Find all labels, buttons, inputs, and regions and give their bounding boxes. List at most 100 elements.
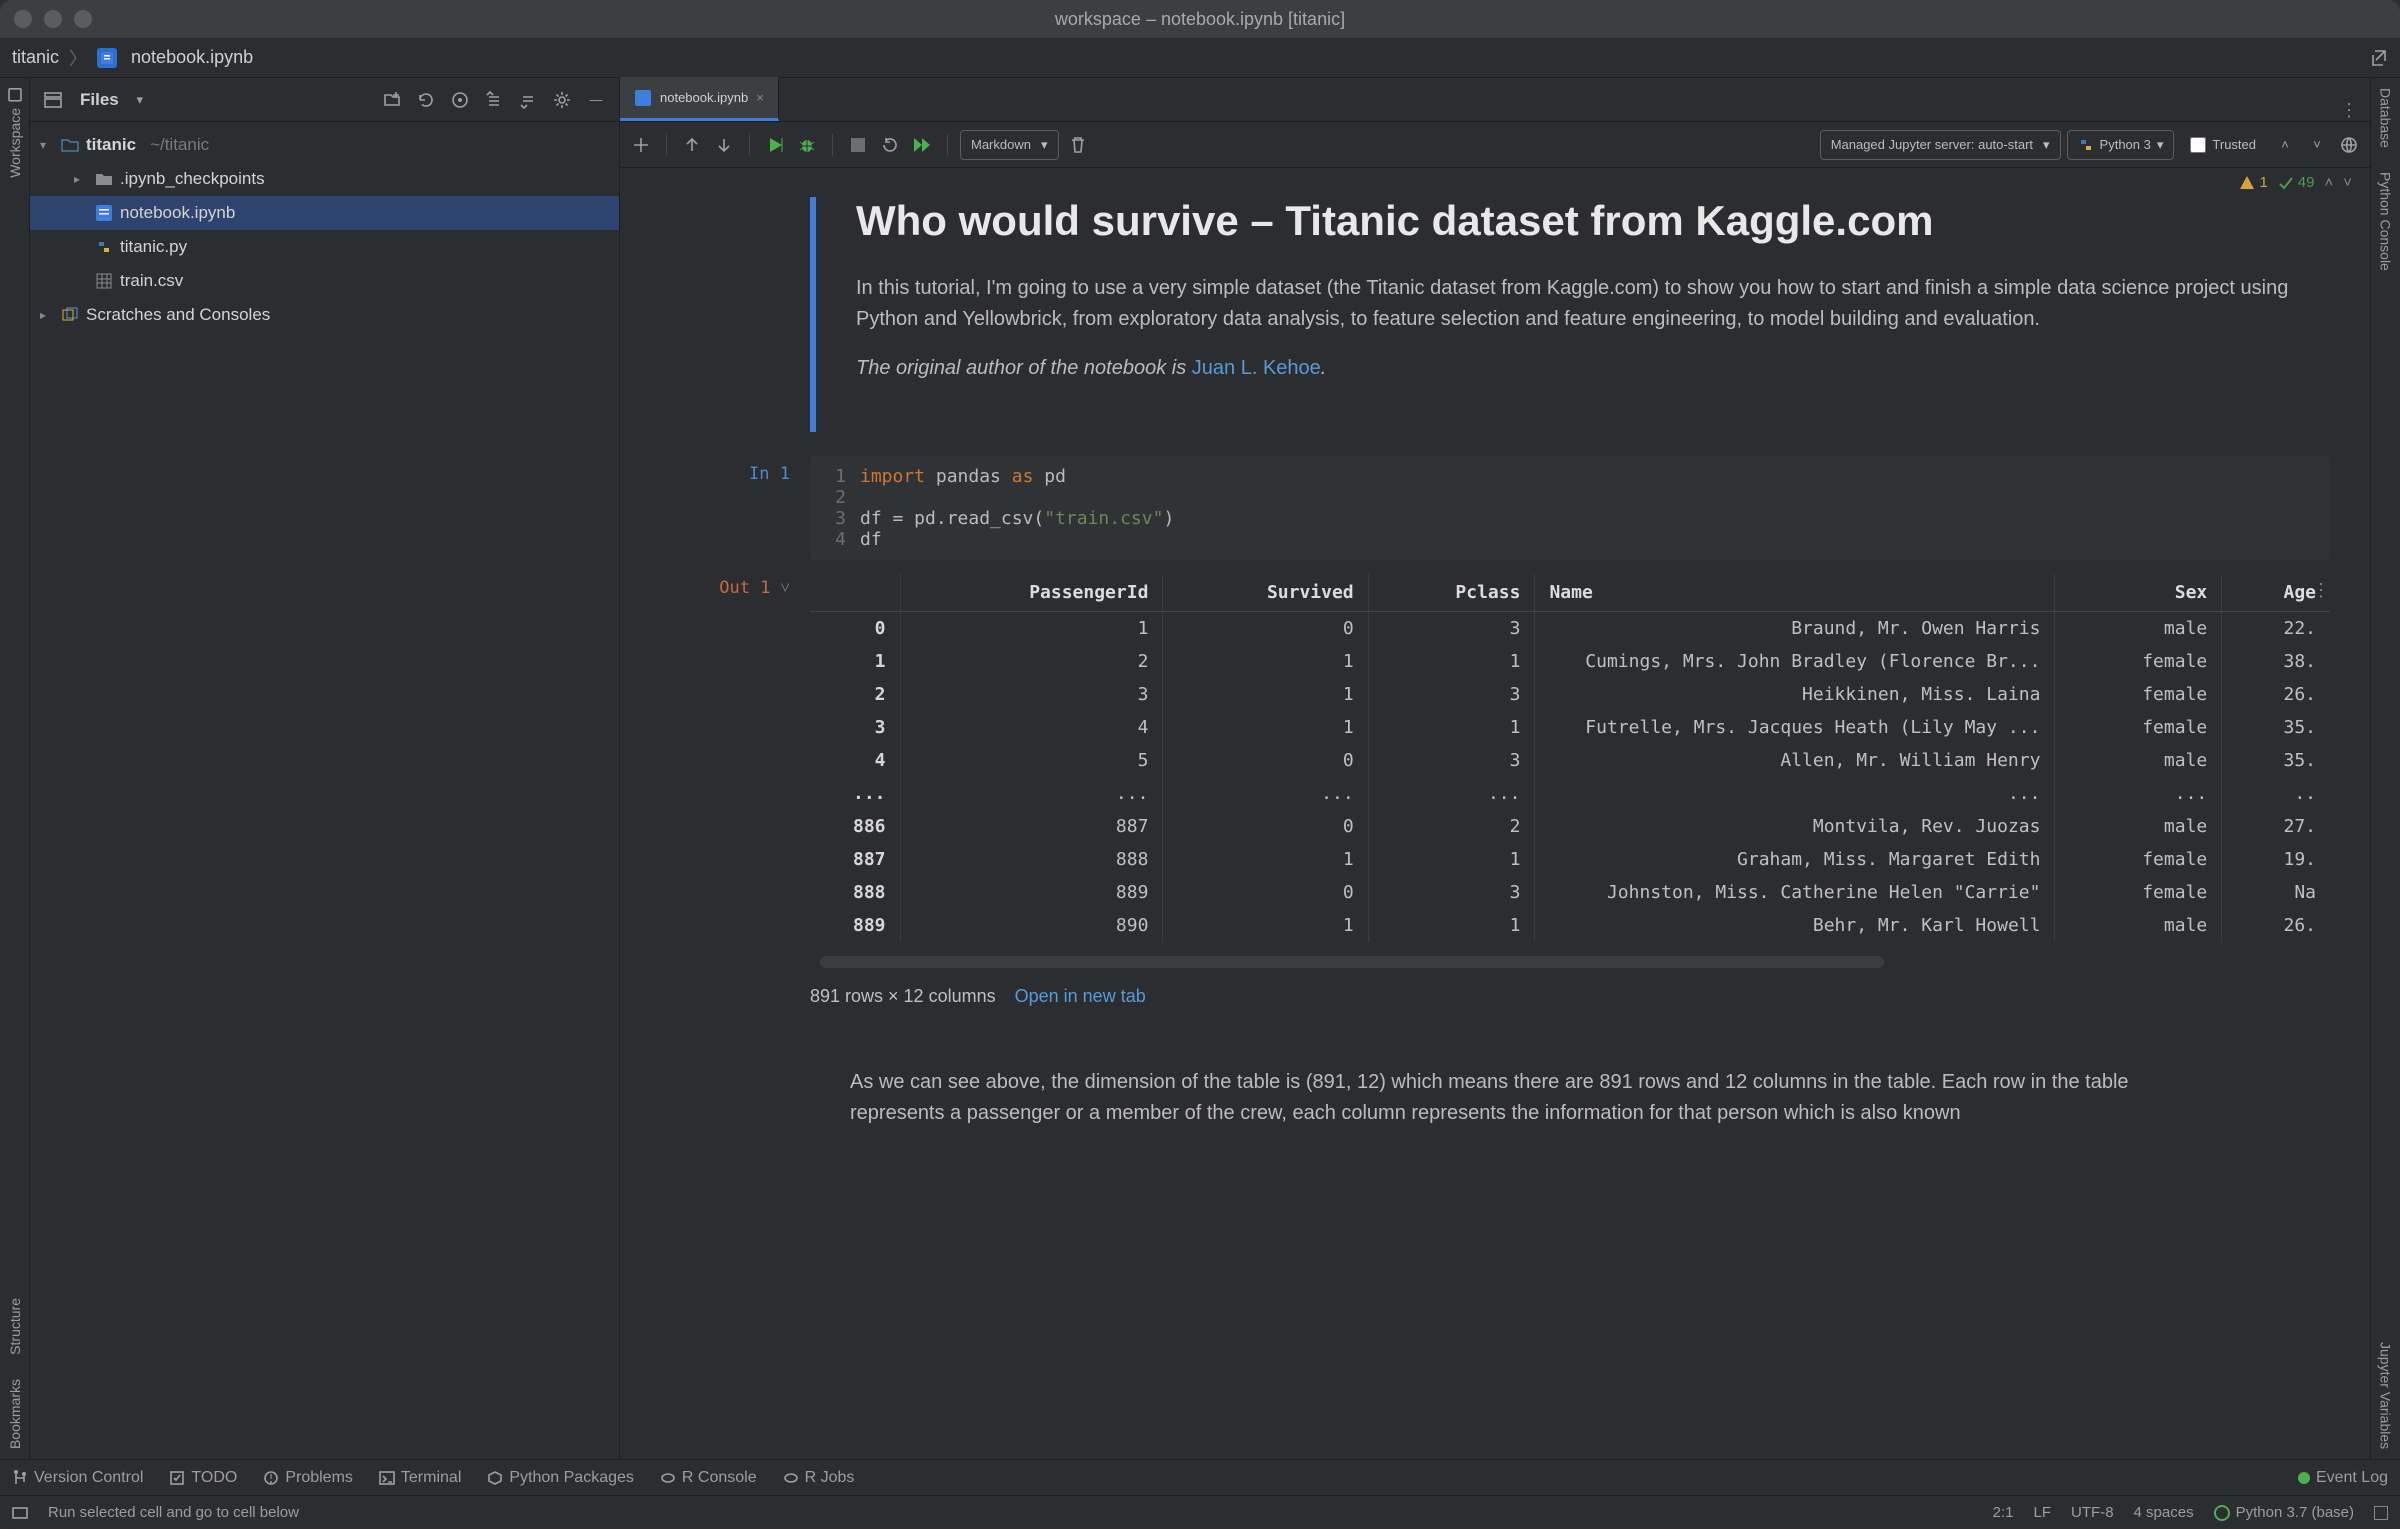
chevron-right-icon[interactable]: ▸ bbox=[74, 172, 88, 186]
terminal-tab[interactable]: Terminal bbox=[379, 1469, 461, 1487]
indent-setting[interactable]: 4 spaces bbox=[2134, 1504, 2194, 1521]
new-file-icon[interactable] bbox=[379, 87, 405, 113]
breadcrumb-file[interactable]: notebook.ipynb bbox=[131, 47, 253, 68]
version-control-tab[interactable]: Version Control bbox=[12, 1469, 143, 1487]
table-header[interactable]: Pclass bbox=[1368, 574, 1535, 612]
close-tab-icon[interactable]: × bbox=[756, 90, 764, 105]
python-packages-tab[interactable]: Python Packages bbox=[487, 1469, 634, 1487]
table-row[interactable]: 4503Allen, Mr. William Henrymale35. bbox=[810, 744, 2330, 777]
table-row[interactable]: 88888903Johnston, Miss. Catherine Helen … bbox=[810, 876, 2330, 909]
r-jobs-tab[interactable]: R Jobs bbox=[783, 1469, 855, 1487]
breadcrumb-project[interactable]: titanic bbox=[12, 47, 59, 68]
markdown-cell[interactable]: Who would survive – Titanic dataset from… bbox=[810, 197, 2330, 432]
interpreter[interactable]: Python 3.7 (base) bbox=[2214, 1504, 2354, 1521]
hide-panel-icon[interactable]: — bbox=[583, 87, 609, 113]
cell-type-selector[interactable]: Markdown ▾ bbox=[960, 130, 1059, 160]
event-dot-icon bbox=[2298, 1472, 2310, 1484]
code-cell[interactable]: In 1 1234 import pandas as pd df = pd.re… bbox=[620, 456, 2370, 560]
table-actions-icon[interactable]: ⋮ bbox=[2312, 580, 2330, 601]
trusted-checkbox[interactable]: Trusted bbox=[2180, 137, 2266, 153]
collapse-all-icon[interactable] bbox=[515, 87, 541, 113]
chevron-down-icon[interactable]: ▾ bbox=[40, 138, 54, 152]
table-row[interactable]: 2313Heikkinen, Miss. Lainafemale26. bbox=[810, 678, 2330, 711]
run-all-icon[interactable] bbox=[909, 132, 935, 158]
line-ending[interactable]: LF bbox=[2034, 1504, 2052, 1521]
select-opened-icon[interactable] bbox=[447, 87, 473, 113]
tree-file-titanic-py[interactable]: titanic.py bbox=[30, 230, 619, 264]
code-editor[interactable]: 1234 import pandas as pd df = pd.read_cs… bbox=[810, 456, 2330, 560]
file-encoding[interactable]: UTF-8 bbox=[2071, 1504, 2114, 1521]
structure-tool-tab[interactable]: Structure bbox=[7, 1298, 23, 1355]
tree-file-notebook[interactable]: notebook.ipynb bbox=[30, 196, 619, 230]
refresh-icon[interactable] bbox=[413, 87, 439, 113]
scroll-down-icon[interactable]: ˅ bbox=[2304, 132, 2330, 158]
author-link[interactable]: Juan L. Kehoe bbox=[1192, 357, 1321, 379]
table-header[interactable] bbox=[810, 574, 900, 612]
table-header[interactable]: Sex bbox=[2055, 574, 2222, 612]
view-chevron-down-icon[interactable]: ▾ bbox=[127, 87, 153, 113]
editor-tabs-menu-icon[interactable]: ⋮ bbox=[2328, 100, 2370, 121]
kernel-selector[interactable]: Python 3 ▾ bbox=[2067, 130, 2175, 160]
table-header[interactable]: Survived bbox=[1163, 574, 1368, 612]
settings-icon[interactable] bbox=[549, 87, 575, 113]
scratches-icon bbox=[60, 305, 80, 325]
next-highlight-icon[interactable]: ˅ bbox=[2343, 174, 2352, 191]
table-row[interactable]: 88989011Behr, Mr. Karl Howellmale26. bbox=[810, 909, 2330, 942]
caret-position[interactable]: 2:1 bbox=[1993, 1504, 2014, 1521]
python-console-tool-tab[interactable]: Python Console bbox=[2378, 172, 2394, 271]
table-row[interactable]: .................... bbox=[810, 777, 2330, 810]
horizontal-scrollbar[interactable] bbox=[820, 956, 1884, 968]
problems-tab[interactable]: Problems bbox=[263, 1469, 353, 1487]
ide-status-icon[interactable] bbox=[2374, 1506, 2388, 1520]
editor-tab-notebook[interactable]: notebook.ipynb × bbox=[620, 77, 779, 121]
r-console-tab[interactable]: R Console bbox=[660, 1469, 757, 1487]
open-in-new-tab-link[interactable]: Open in new tab bbox=[1015, 986, 1146, 1006]
move-cell-down-icon[interactable] bbox=[711, 132, 737, 158]
event-log-tab[interactable]: Event Log bbox=[2298, 1469, 2388, 1487]
tree-file-train-csv[interactable]: train.csv bbox=[30, 264, 619, 298]
notebook-body[interactable]: Who would survive – Titanic dataset from… bbox=[620, 197, 2370, 1459]
table-row[interactable]: 3411Futrelle, Mrs. Jacques Heath (Lily M… bbox=[810, 711, 2330, 744]
tree-root[interactable]: ▾ titanic ~/titanic bbox=[30, 128, 619, 162]
scroll-up-icon[interactable]: ˄ bbox=[2272, 132, 2298, 158]
jupyter-variables-tool-tab[interactable]: Jupyter Variables bbox=[2378, 1342, 2394, 1449]
open-externally-icon[interactable] bbox=[2368, 48, 2388, 68]
trusted-input[interactable] bbox=[2190, 137, 2206, 153]
dataframe-table[interactable]: PassengerIdSurvivedPclassNameSexAge0103B… bbox=[810, 574, 2330, 942]
notebook-icon bbox=[97, 48, 117, 68]
move-cell-up-icon[interactable] bbox=[679, 132, 705, 158]
table-row[interactable]: 88788811Graham, Miss. Margaret Edithfema… bbox=[810, 843, 2330, 876]
delete-cell-icon[interactable] bbox=[1065, 132, 1091, 158]
todo-tab[interactable]: TODO bbox=[169, 1469, 237, 1487]
workspace-tool-tab[interactable]: Workspace bbox=[7, 88, 23, 178]
expand-all-icon[interactable] bbox=[481, 87, 507, 113]
table-header[interactable]: Name bbox=[1535, 574, 2055, 612]
warnings-count[interactable]: 1 bbox=[2239, 174, 2267, 191]
database-tool-tab[interactable]: Database bbox=[2378, 88, 2394, 148]
debug-cell-icon[interactable] bbox=[794, 132, 820, 158]
bookmarks-tool-tab[interactable]: Bookmarks bbox=[7, 1379, 23, 1449]
project-view-icon[interactable] bbox=[40, 87, 66, 113]
restart-kernel-icon[interactable] bbox=[877, 132, 903, 158]
collapse-output-icon[interactable]: ˅ bbox=[780, 578, 790, 1007]
stop-icon[interactable] bbox=[845, 132, 871, 158]
markdown-cell-2[interactable]: As we can see above, the dimension of th… bbox=[810, 1067, 2180, 1129]
notebook-icon bbox=[634, 89, 652, 107]
weak-warnings-count[interactable]: 49 bbox=[2278, 174, 2315, 191]
dataframe-output[interactable]: ⋮ PassengerIdSurvivedPclassNameSexAge010… bbox=[810, 574, 2330, 1007]
tree-scratches[interactable]: ▸ Scratches and Consoles bbox=[30, 298, 619, 332]
add-cell-icon[interactable] bbox=[628, 132, 654, 158]
table-row[interactable]: 88688702Montvila, Rev. Juozasmale27. bbox=[810, 810, 2330, 843]
table-row[interactable]: 1211Cumings, Mrs. John Bradley (Florence… bbox=[810, 645, 2330, 678]
open-browser-icon[interactable] bbox=[2336, 132, 2362, 158]
tree-folder-checkpoints[interactable]: ▸ .ipynb_checkpoints bbox=[30, 162, 619, 196]
jupyter-server-selector[interactable]: Managed Jupyter server: auto-start ▾ bbox=[1820, 130, 2061, 160]
code-text[interactable]: import pandas as pd df = pd.read_csv("tr… bbox=[860, 466, 2320, 550]
chevron-right-icon[interactable]: ▸ bbox=[40, 308, 54, 322]
view-combo[interactable]: Files bbox=[80, 90, 119, 110]
table-row[interactable]: 0103Braund, Mr. Owen Harrismale22. bbox=[810, 612, 2330, 646]
table-header[interactable]: PassengerId bbox=[900, 574, 1163, 612]
run-cell-icon[interactable] bbox=[762, 132, 788, 158]
prev-highlight-icon[interactable]: ˄ bbox=[2324, 174, 2333, 191]
status-hint-icon bbox=[12, 1505, 28, 1521]
